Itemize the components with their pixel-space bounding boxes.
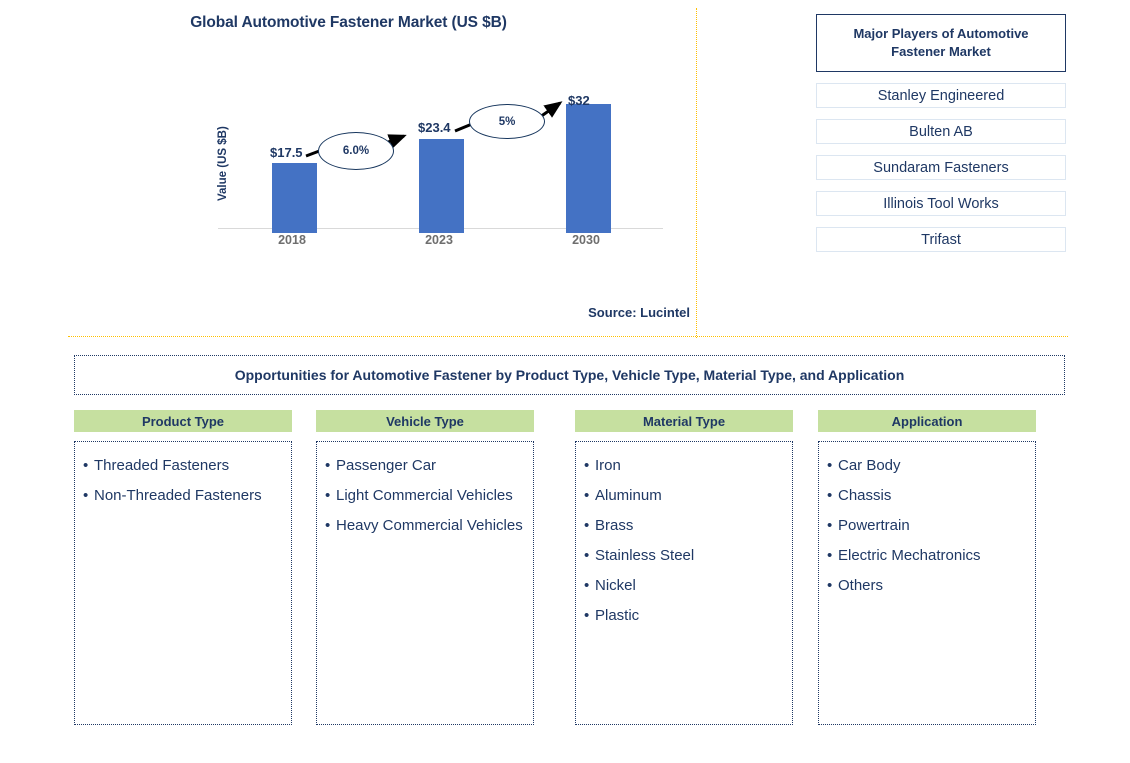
- opportunities-banner: Opportunities for Automotive Fastener by…: [74, 355, 1065, 395]
- bar-2023: [419, 138, 464, 233]
- player-box-2[interactable]: Bulten AB: [816, 119, 1066, 144]
- category-body: IronAluminumBrassStainless SteelNickelPl…: [575, 441, 793, 725]
- category-column-material-type: Material Type IronAluminumBrassStainless…: [575, 410, 793, 725]
- category-item: Non-Threaded Fasteners: [81, 481, 291, 511]
- bar-plot-area: [218, 88, 663, 233]
- bar-2030: [566, 104, 611, 233]
- category-item: Car Body: [825, 451, 1035, 481]
- major-players-header: Major Players of Automotive Fastener Mar…: [816, 14, 1066, 72]
- horizontal-divider: [68, 336, 1068, 337]
- category-item: Heavy Commercial Vehicles: [323, 511, 533, 541]
- vertical-divider: [696, 8, 697, 338]
- category-item: Aluminum: [582, 481, 792, 511]
- category-item: Brass: [582, 511, 792, 541]
- category-body: Passenger CarLight Commercial VehiclesHe…: [316, 441, 534, 725]
- category-body: Threaded FastenersNon-Threaded Fasteners: [74, 441, 292, 725]
- x-tick-2030: 2030: [572, 233, 600, 247]
- category-item: Passenger Car: [323, 451, 533, 481]
- category-header: Material Type: [575, 410, 793, 432]
- category-header: Vehicle Type: [316, 410, 534, 432]
- category-item: Plastic: [582, 601, 792, 631]
- category-item: Powertrain: [825, 511, 1035, 541]
- bar-2018: [272, 162, 317, 233]
- player-label: Sundaram Fasteners: [873, 159, 1009, 176]
- player-box-4[interactable]: Illinois Tool Works: [816, 191, 1066, 216]
- player-box-3[interactable]: Sundaram Fasteners: [816, 155, 1066, 180]
- market-chart-panel: Global Automotive Fastener Market (US $B…: [0, 0, 697, 337]
- category-item: Electric Mechatronics: [825, 541, 1035, 571]
- player-label: Trifast: [921, 231, 961, 248]
- bar-value-2030: $32: [568, 93, 590, 108]
- category-item: Chassis: [825, 481, 1035, 511]
- player-box-1[interactable]: Stanley Engineered: [816, 83, 1066, 108]
- category-item: Nickel: [582, 571, 792, 601]
- category-column-vehicle-type: Vehicle Type Passenger CarLight Commerci…: [316, 410, 534, 725]
- player-label: Illinois Tool Works: [883, 195, 999, 212]
- source-label: Source: Lucintel: [588, 305, 690, 320]
- category-item: Light Commercial Vehicles: [323, 481, 533, 511]
- bar-value-2018: $17.5: [270, 145, 303, 160]
- category-column-application: Application Car BodyChassisPowertrainEle…: [818, 410, 1036, 725]
- cagr-bubble-2023-2030: 5%: [469, 104, 545, 139]
- x-tick-2018: 2018: [278, 233, 306, 247]
- category-item: Threaded Fasteners: [81, 451, 291, 481]
- category-item: Stainless Steel: [582, 541, 792, 571]
- player-box-5[interactable]: Trifast: [816, 227, 1066, 252]
- player-label: Stanley Engineered: [877, 87, 1005, 104]
- category-item: Iron: [582, 451, 792, 481]
- major-players-panel: Major Players of Automotive Fastener Mar…: [816, 14, 1066, 252]
- chart-title: Global Automotive Fastener Market (US $B…: [190, 14, 507, 31]
- cagr-bubble-2018-2023: 6.0%: [318, 132, 394, 170]
- category-item: Others: [825, 571, 1035, 601]
- category-body: Car BodyChassisPowertrainElectric Mechat…: [818, 441, 1036, 725]
- category-column-product-type: Product Type Threaded FastenersNon-Threa…: [74, 410, 292, 725]
- x-tick-2023: 2023: [425, 233, 453, 247]
- bar-value-2023: $23.4: [418, 120, 451, 135]
- category-header: Product Type: [74, 410, 292, 432]
- category-header: Application: [818, 410, 1036, 432]
- player-label: Bulten AB: [909, 123, 973, 140]
